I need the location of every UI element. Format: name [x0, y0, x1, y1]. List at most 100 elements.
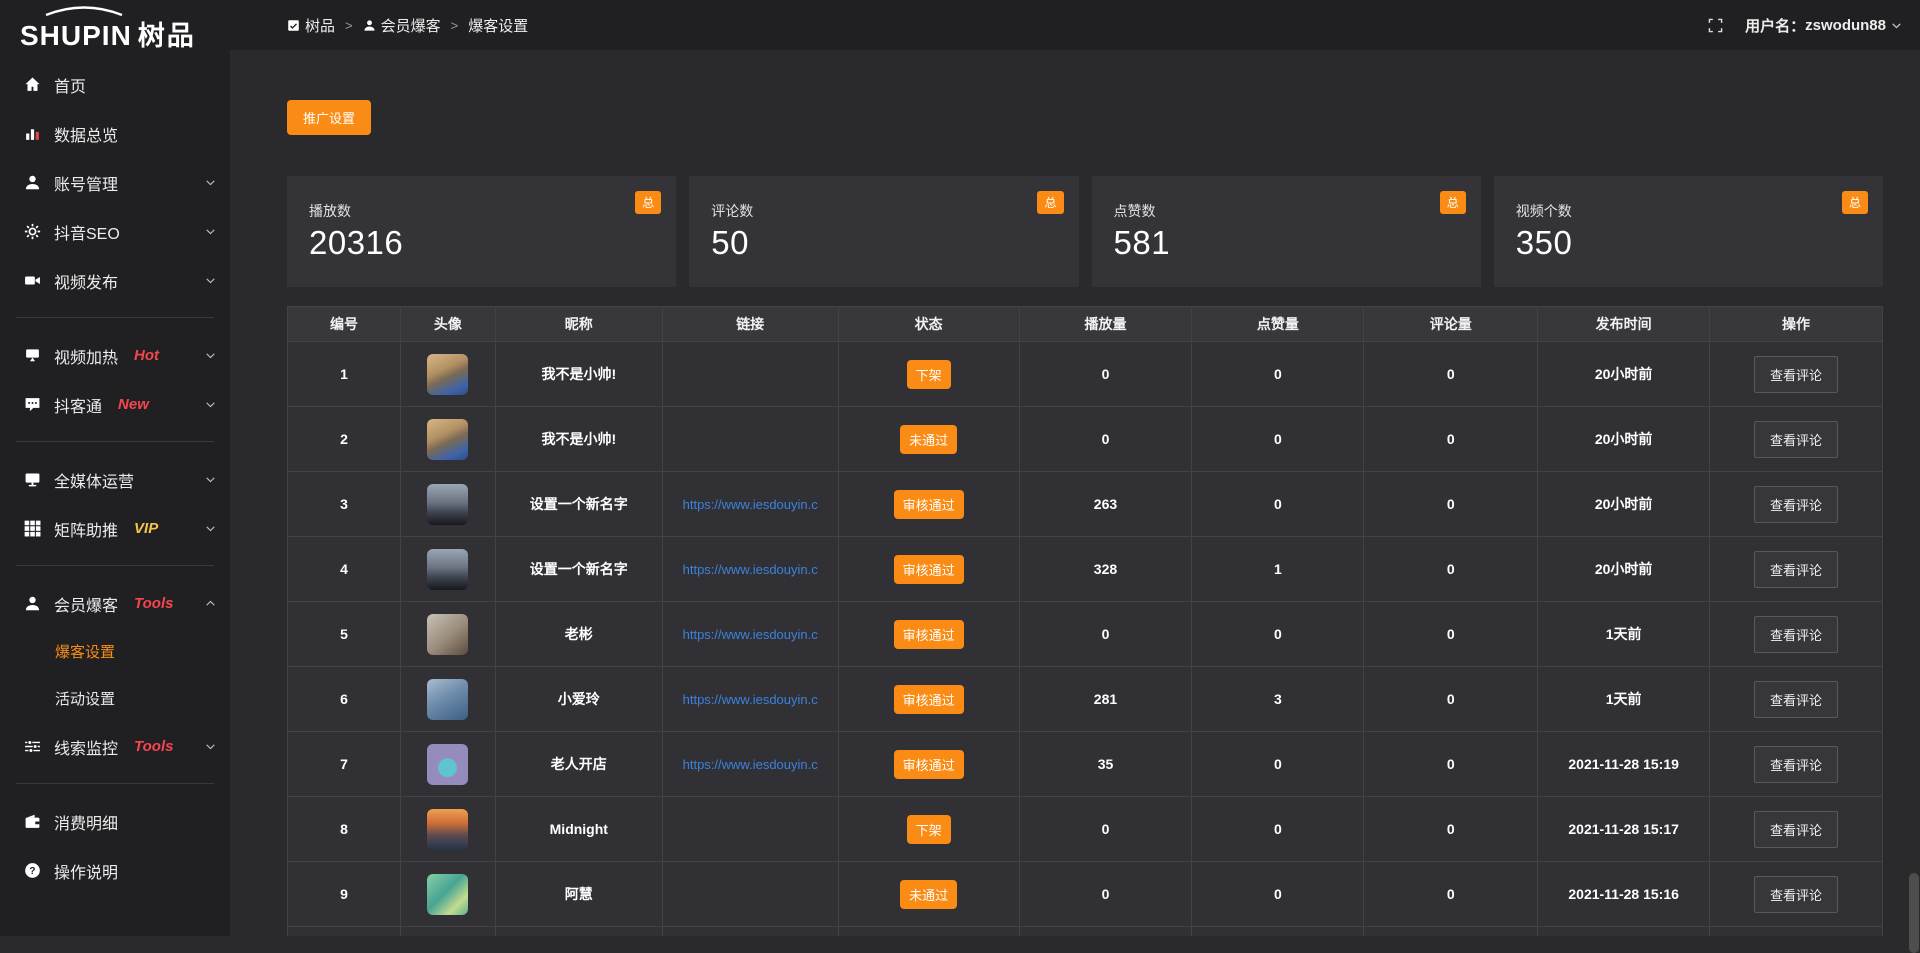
- sidebar-item-矩阵助推[interactable]: 矩阵助推 VIP: [0, 504, 230, 553]
- stat-card-value: 350: [1516, 224, 1883, 262]
- sidebar-item-账号管理[interactable]: 账号管理: [0, 158, 230, 207]
- promo-settings-button[interactable]: 推广设置: [287, 100, 371, 135]
- logo-text-cn: 树品: [138, 21, 196, 51]
- view-comments-button[interactable]: 查看评论: [1754, 551, 1838, 588]
- view-comments-button[interactable]: 查看评论: [1754, 616, 1838, 653]
- sidebar-item-label: 抖客通: [54, 393, 102, 417]
- bar-chart-icon: [24, 125, 41, 142]
- cell-id: 9: [288, 862, 401, 927]
- video-link[interactable]: https://www.iesdouyin.c: [683, 757, 818, 772]
- sidebar-item-抖客通[interactable]: 抖客通 New: [0, 380, 230, 429]
- breadcrumb-separator: >: [345, 18, 353, 33]
- stat-card-total-badge: 总: [1440, 191, 1466, 214]
- breadcrumb-item-树品[interactable]: 树品: [287, 15, 335, 36]
- view-comments-button[interactable]: 查看评论: [1754, 746, 1838, 783]
- column-header-操作: 操作: [1710, 307, 1883, 342]
- sidebar-item-视频发布[interactable]: 视频发布: [0, 256, 230, 305]
- column-header-评论量: 评论量: [1364, 307, 1538, 342]
- cell-time: 1天前: [1538, 602, 1710, 667]
- stat-card-评论数: 评论数 50 总: [689, 176, 1078, 287]
- column-header-播放量: 播放量: [1020, 307, 1193, 342]
- cell-status: 下架: [839, 797, 1020, 862]
- video-link[interactable]: https://www.iesdouyin.c: [683, 562, 818, 577]
- user-menu[interactable]: 用户名：zswodun88: [1745, 15, 1902, 36]
- cell-avatar: [401, 667, 496, 732]
- sidebar-item-label: 全媒体运营: [54, 468, 134, 492]
- sidebar-item-视频加热[interactable]: 视频加热 Hot: [0, 331, 230, 380]
- avatar: [427, 484, 468, 525]
- cell-link: [663, 342, 839, 407]
- sidebar-item-抖音SEO[interactable]: 抖音SEO: [0, 207, 230, 256]
- status-badge: 审核通过: [894, 620, 964, 649]
- video-link[interactable]: https://www.iesdouyin.c: [683, 692, 818, 707]
- cell-id: 5: [288, 602, 401, 667]
- cell-avatar: [401, 537, 496, 602]
- cell-id: 6: [288, 667, 401, 732]
- gear-icon: [24, 223, 41, 240]
- table-row: 6 小爱玲 https://www.iesdouyin.c 审核通过 281 3…: [288, 667, 1883, 732]
- cell-id: 7: [288, 732, 401, 797]
- page-scrollbar-thumb[interactable]: [1909, 873, 1919, 953]
- view-comments-button[interactable]: 查看评论: [1754, 811, 1838, 848]
- cell-status: 审核通过: [839, 732, 1020, 797]
- column-header-编号: 编号: [288, 307, 401, 342]
- sidebar-item-label: 视频加热: [54, 344, 118, 368]
- view-comments-button[interactable]: 查看评论: [1754, 876, 1838, 913]
- cell-id: [288, 927, 401, 936]
- view-comments-button[interactable]: 查看评论: [1754, 486, 1838, 523]
- view-comments-button[interactable]: 查看评论: [1754, 356, 1838, 393]
- chevron-down-icon: [205, 474, 216, 485]
- breadcrumb-item-会员爆客[interactable]: 会员爆客: [363, 15, 441, 36]
- cell-plays: 35: [1020, 732, 1193, 797]
- video-camera-icon: [24, 272, 41, 289]
- stat-card-total-badge: 总: [1842, 191, 1868, 214]
- svg-text:?: ?: [29, 866, 35, 877]
- sidebar-subitem-爆客设置[interactable]: 爆客设置: [0, 628, 230, 675]
- sidebar-item-全媒体运营[interactable]: 全媒体运营: [0, 455, 230, 504]
- table-row: 3 设置一个新名字 https://www.iesdouyin.c 审核通过 2…: [288, 472, 1883, 537]
- cell-comments: 0: [1364, 667, 1538, 732]
- view-comments-button[interactable]: 查看评论: [1754, 421, 1838, 458]
- chevron-down-icon: [205, 399, 216, 410]
- cell-link: https://www.iesdouyin.c: [663, 602, 839, 667]
- breadcrumb-item-爆客设置[interactable]: 爆客设置: [468, 15, 528, 36]
- user-icon: [24, 595, 41, 612]
- table-row: [288, 927, 1883, 936]
- stat-card-value: 50: [711, 224, 1078, 262]
- cell-comments: [1364, 927, 1538, 936]
- sidebar-item-首页[interactable]: 首页: [0, 60, 230, 109]
- cell-status: 下架: [839, 342, 1020, 407]
- status-badge: 审核通过: [894, 750, 964, 779]
- video-link[interactable]: https://www.iesdouyin.c: [683, 627, 818, 642]
- cell-comments: 0: [1364, 797, 1538, 862]
- cell-status: 未通过: [839, 407, 1020, 472]
- sidebar-item-数据总览[interactable]: 数据总览: [0, 109, 230, 158]
- sidebar-item-线索监控[interactable]: 线索监控 Tools: [0, 722, 230, 771]
- chevron-down-icon: [205, 523, 216, 534]
- stat-card-total-badge: 总: [635, 191, 661, 214]
- cell-action: 查看评论: [1710, 667, 1883, 732]
- status-badge: 下架: [907, 815, 951, 844]
- sidebar-item-会员爆客[interactable]: 会员爆客 Tools: [0, 579, 230, 628]
- cell-likes: 1: [1192, 537, 1364, 602]
- cell-avatar: [401, 732, 496, 797]
- fullscreen-icon[interactable]: [1708, 18, 1723, 33]
- cell-id: 8: [288, 797, 401, 862]
- cell-link: https://www.iesdouyin.c: [663, 537, 839, 602]
- cell-status: 未通过: [839, 862, 1020, 927]
- sidebar-item-label: 操作说明: [54, 859, 118, 883]
- cell-comments: 0: [1364, 342, 1538, 407]
- cell-plays: 0: [1020, 862, 1193, 927]
- view-comments-button[interactable]: 查看评论: [1754, 681, 1838, 718]
- cell-avatar: [401, 342, 496, 407]
- stat-card-label: 点赞数: [1114, 201, 1481, 221]
- sidebar-item-操作说明[interactable]: ? 操作说明: [0, 846, 230, 895]
- sidebar-subitem-活动设置[interactable]: 活动设置: [0, 675, 230, 722]
- status-badge: 未通过: [900, 425, 957, 454]
- cell-nickname: 小爱玲: [496, 667, 663, 732]
- cell-comments: 0: [1364, 732, 1538, 797]
- sidebar-item-消费明细[interactable]: 消费明细: [0, 797, 230, 846]
- video-link[interactable]: https://www.iesdouyin.c: [683, 497, 818, 512]
- sliders-icon: [24, 738, 41, 755]
- avatar: [427, 614, 468, 655]
